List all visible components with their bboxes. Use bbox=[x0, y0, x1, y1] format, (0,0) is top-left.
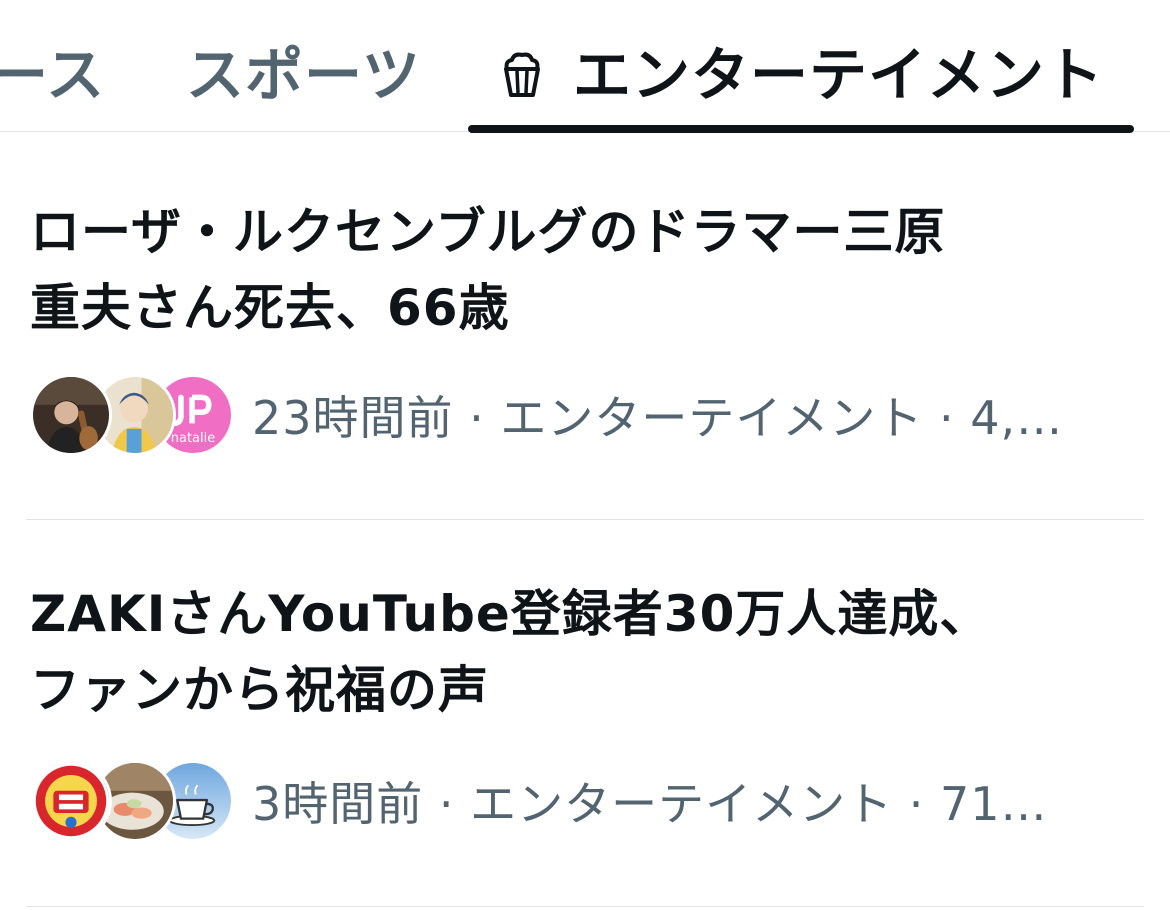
trend-meta-row: 3時間前 · エンターテイメント · 71… bbox=[30, 760, 1132, 842]
tab-sports-label: スポーツ bbox=[186, 41, 421, 109]
trend-headline: ZAKIさんYouTube登録者30万人達成、 ファンから祝福の声 bbox=[30, 576, 1130, 728]
trend-meta-text: 23時間前 · エンターテイメント · 4,… bbox=[252, 391, 1064, 445]
tab-news-label: ース bbox=[0, 41, 106, 109]
headline-line: 重夫さん死去、66歳 bbox=[30, 279, 510, 337]
person-photo-avatar bbox=[30, 374, 112, 456]
avatar-stack: natalie bbox=[30, 374, 234, 456]
category-tab-bar: ース スポーツ エンターテイメント bbox=[0, 0, 1170, 133]
divider bbox=[26, 906, 1144, 907]
headline-line: ファンから祝福の声 bbox=[30, 661, 489, 719]
trend-headline: ローザ・ルクセンブルグのドラマー三原 重夫さん死去、66歳 bbox=[30, 194, 1130, 346]
tab-sports[interactable]: スポーツ bbox=[186, 30, 421, 110]
trend-meta-row: natalie 23時間前 · エンターテイメント · 4,… bbox=[30, 374, 1132, 456]
takoyaki-logo-avatar bbox=[30, 760, 112, 842]
natalie-logo-text: natalie bbox=[171, 431, 215, 446]
trend-item[interactable]: ローザ・ルクセンブルグのドラマー三原 重夫さん死去、66歳 natalie 23… bbox=[0, 132, 1170, 520]
avatar-stack bbox=[30, 760, 234, 842]
tab-entertainment-label: エンターテイメント bbox=[573, 41, 1105, 109]
headline-line: ローザ・ルクセンブルグのドラマー三原 bbox=[30, 203, 946, 261]
trend-item[interactable]: ZAKIさんYouTube登録者30万人達成、 ファンから祝福の声 3時間前 ·… bbox=[0, 520, 1170, 908]
trend-meta-text: 3時間前 · エンターテイメント · 71… bbox=[252, 777, 1048, 831]
headline-line: ZAKIさんYouTube登録者30万人達成、 bbox=[30, 585, 991, 643]
tab-entertainment[interactable]: エンターテイメント bbox=[497, 30, 1104, 110]
tab-news[interactable]: ース bbox=[0, 30, 105, 110]
popcorn-icon bbox=[497, 45, 547, 97]
